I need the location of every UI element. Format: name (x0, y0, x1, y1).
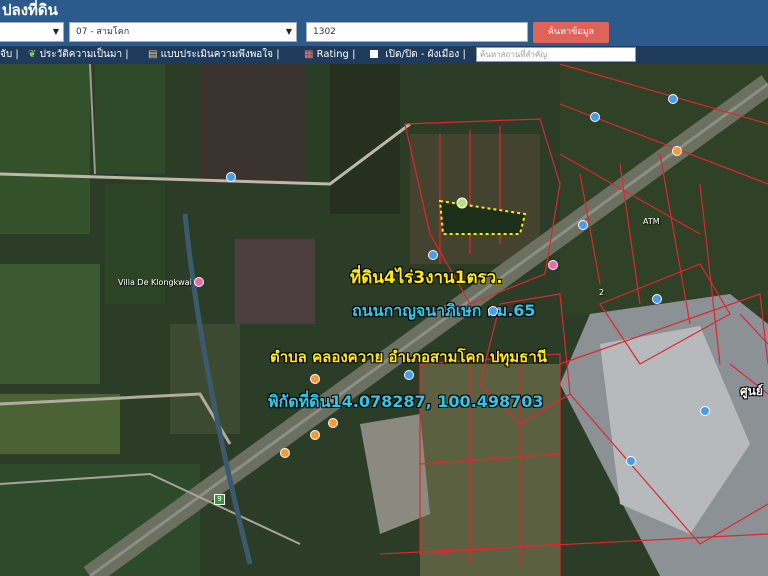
chevron-down-icon: ▼ (285, 27, 292, 36)
route-shield: 9 (214, 494, 225, 505)
road-annotation: ถนนกาญจนาภิเษก กม.65 (352, 301, 536, 320)
parcel-number-value: 1302 (313, 27, 336, 37)
toolbar-history[interactable]: ❦ ประวัติความเป็นมา | (28, 46, 129, 64)
address-annotation: ตำบล คลองควาย อำเภอสามโคก ปทุมธานี (270, 348, 547, 366)
poi-pin-icon[interactable] (310, 374, 320, 384)
poi-pin-icon[interactable] (226, 172, 236, 182)
toolbar-zoning-label: เปิด/ปิด - ผังเมือง (385, 49, 460, 60)
toolbar-item-first-label: จับ (0, 49, 13, 60)
land-size-headline: ที่ดิน4ไร่3งาน1ตรว. (350, 268, 503, 288)
poi-pin-icon[interactable] (488, 306, 498, 316)
poi-pin-icon[interactable] (578, 220, 588, 230)
top-header: ปลงที่ดิน ▼ 07 - สามโคก ▼ 1302 ค้นหาข้อมู… (0, 0, 768, 46)
poi-pin-icon[interactable] (328, 418, 338, 428)
landmark-search-input[interactable]: ค้นหาสถานที่สำคัญ (476, 47, 636, 62)
poi-pin-icon[interactable] (428, 250, 438, 260)
chart-icon: ▦ (304, 49, 314, 60)
checkbox-icon (370, 50, 378, 58)
document-icon: ▤ (148, 49, 158, 60)
toolbar: จับ | ❦ ประวัติความเป็นมา | ▤ แบบประเมิน… (0, 46, 768, 64)
poi-pin-icon[interactable] (548, 260, 558, 270)
toolbar-zoning-toggle[interactable]: เปิด/ปิด - ผังเมือง | (370, 46, 466, 64)
poi-pin-icon[interactable] (590, 112, 600, 122)
parcel-number-input[interactable]: 1302 (306, 22, 528, 42)
district-select[interactable]: 07 - สามโคก ▼ (69, 22, 297, 42)
toolbar-survey-label: แบบประเมินความพึงพอใจ (160, 49, 274, 60)
chevron-down-icon: ▼ (52, 27, 59, 36)
toolbar-rating-label: Rating (316, 49, 349, 60)
toolbar-history-label: ประวัติความเป็นมา (39, 49, 123, 60)
page-title: ปลงที่ดิน (2, 1, 58, 19)
province-select[interactable]: ▼ (0, 22, 64, 42)
poi-pin-icon[interactable] (672, 146, 682, 156)
toolbar-survey[interactable]: ▤ แบบประเมินความพึงพอใจ | (148, 46, 280, 64)
poi-pin-icon[interactable] (404, 370, 414, 380)
villa-label: Villa De Klongkwai (118, 278, 192, 287)
search-button[interactable]: ค้นหาข้อมูล (533, 22, 609, 43)
district-select-value: 07 - สามโคก (76, 27, 130, 37)
poi-pin-icon[interactable] (626, 456, 636, 466)
cell-label: 2 (599, 288, 605, 297)
poi-pin-icon[interactable] (310, 430, 320, 440)
map-edge-label: ศูนย์ (740, 384, 763, 398)
satellite-map[interactable]: ที่ดิน4ไร่3งาน1ตรว. ถนนกาญจนาภิเษก กม.65… (0, 64, 768, 576)
poi-pin-icon[interactable] (668, 94, 678, 104)
plant-icon: ❦ (28, 49, 37, 60)
poi-pin-icon[interactable] (700, 406, 710, 416)
toolbar-rating[interactable]: ▦ Rating | (304, 46, 355, 64)
atm-label: ATM (643, 217, 660, 226)
poi-pin-icon[interactable] (652, 294, 662, 304)
poi-pin-icon[interactable] (194, 277, 204, 287)
poi-pin-icon[interactable] (280, 448, 290, 458)
toolbar-item-first[interactable]: จับ | (0, 46, 19, 64)
coordinates-annotation: พิกัดที่ดิน14.078287, 100.498703 (268, 392, 544, 411)
